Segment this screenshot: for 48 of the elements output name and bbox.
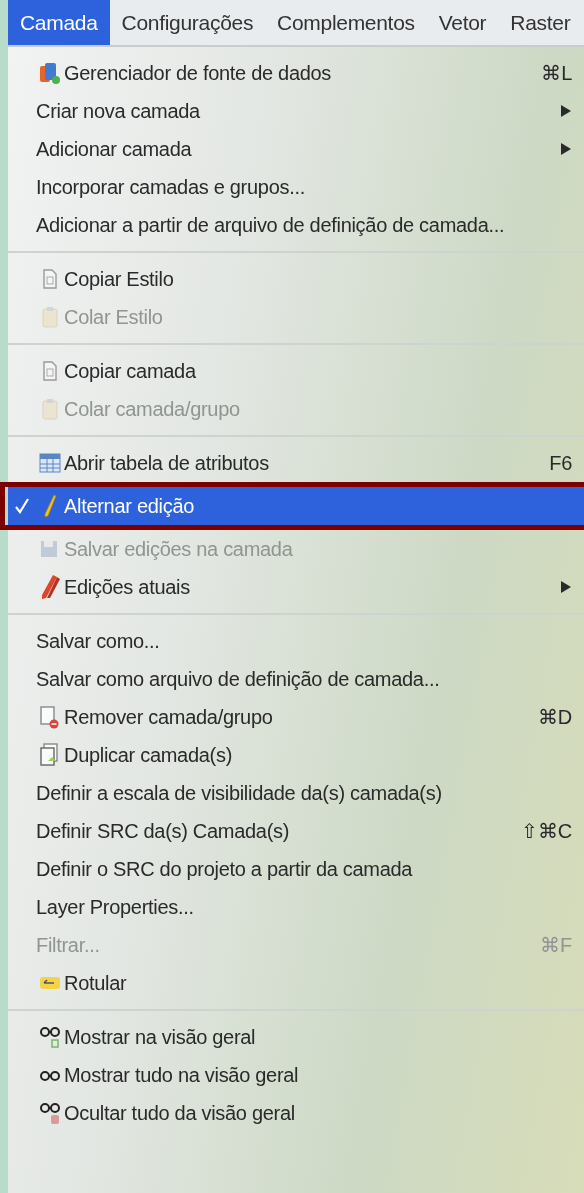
checkmark-icon: [14, 497, 30, 515]
shortcut-text: F6: [549, 451, 572, 476]
shortcut-text: ⇧⌘C: [521, 819, 572, 844]
pencils-icon: [39, 574, 61, 600]
glasses-icon: [39, 1025, 61, 1049]
menu-item[interactable]: Criar nova camada: [8, 92, 584, 130]
menu-item[interactable]: Copiar camada: [8, 352, 584, 390]
menu-item[interactable]: Rotular: [8, 964, 584, 1002]
menu-item[interactable]: Ocultar tudo da visão geral: [8, 1094, 584, 1132]
label-icon: [39, 974, 61, 992]
pencil-icon: [43, 494, 57, 518]
menu-item[interactable]: Definir o SRC do projeto a partir da camada: [8, 850, 584, 888]
menu-item[interactable]: Duplicar camada(s): [8, 736, 584, 774]
menu-item[interactable]: Mostrar na visão geral: [8, 1018, 584, 1056]
menu-item[interactable]: Definir SRC da(s) Camada(s) ⇧⌘C: [8, 812, 584, 850]
menu-bar-item[interactable]: Configurações: [109, 0, 266, 45]
menu-item[interactable]: Definir a escala de visibilidade da(s) camada(s): [8, 774, 584, 812]
document-icon: [41, 268, 59, 290]
menu-bar-item[interactable]: Raster: [498, 0, 583, 45]
menu-item[interactable]: Salvar como arquivo de definição de camada...: [8, 660, 584, 698]
save-icon: [40, 539, 60, 559]
menu-item[interactable]: Copiar Estilo: [8, 260, 584, 298]
shortcut-text: ⌘D: [538, 705, 572, 730]
document-icon: [41, 360, 59, 382]
menu-bar-item[interactable]: Vetor: [426, 0, 499, 45]
menu-item[interactable]: Gerenciador de fonte de dados ⌘L: [8, 54, 584, 92]
shortcut-text: ⌘F: [540, 933, 572, 958]
clipboard-icon: [41, 306, 59, 328]
menu-item[interactable]: Alternar edição: [8, 487, 584, 525]
menu-item[interactable]: Abrir tabela de atributos F6: [8, 444, 584, 482]
menu-item[interactable]: Incorporar camadas e grupos...: [8, 168, 584, 206]
layers-icon: [39, 61, 61, 85]
table-icon: [39, 453, 61, 473]
menu-bar-item[interactable]: Complementos: [265, 0, 427, 45]
menu-item[interactable]: Adicionar a partir de arquivo de definição de camada...: [8, 206, 584, 244]
duplicate-layer-icon: [39, 743, 61, 767]
menu-item[interactable]: Edições atuais: [8, 568, 584, 606]
menu-item[interactable]: Mostrar tudo na visão geral: [8, 1056, 584, 1094]
shortcut-text: ⌘L: [541, 61, 572, 86]
glasses-icon: [39, 1068, 61, 1082]
remove-layer-icon: [39, 705, 61, 729]
menu-bar-item[interactable]: Camada: [8, 0, 110, 45]
clipboard-icon: [41, 398, 59, 420]
glasses-icon: [39, 1101, 61, 1125]
menu-item[interactable]: Remover camada/grupo ⌘D: [8, 698, 584, 736]
menu-item[interactable]: Layer Properties...: [8, 888, 584, 926]
menu-item[interactable]: Salvar como...: [8, 622, 584, 660]
menu-item[interactable]: Adicionar camada: [8, 130, 584, 168]
